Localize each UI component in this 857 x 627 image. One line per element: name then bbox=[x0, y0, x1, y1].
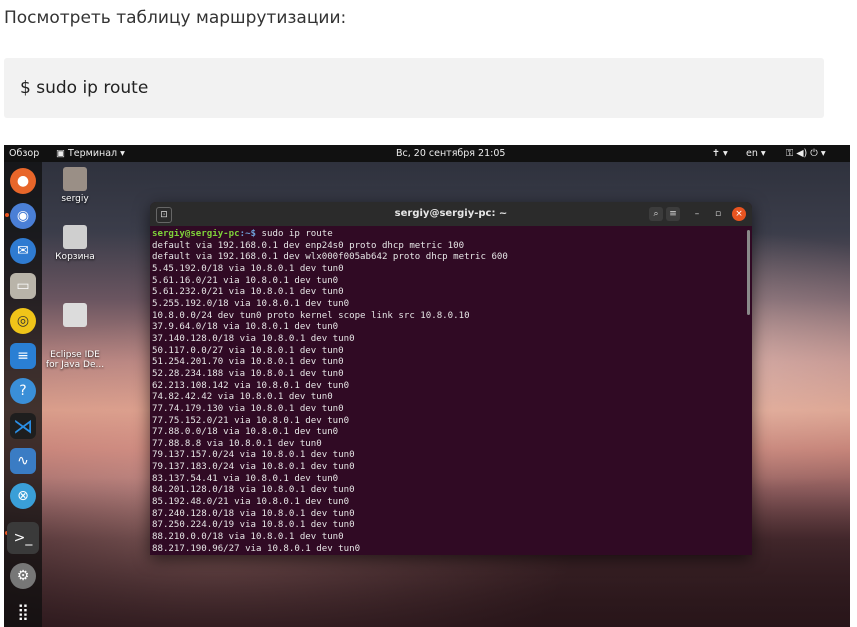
route-line: 10.8.0.0/24 dev tun0 proto kernel scope … bbox=[152, 310, 470, 321]
firefox-icon[interactable]: ● bbox=[10, 168, 36, 194]
eclipse-icon bbox=[63, 303, 87, 327]
system-monitor-icon[interactable]: ∿ bbox=[10, 448, 36, 474]
intro-text: Посмотреть таблицу маршрутизации: bbox=[4, 8, 347, 28]
rhythmbox-icon[interactable]: ◎ bbox=[10, 308, 36, 334]
route-line: 88.217.190.96/27 via 10.8.0.1 dev tun0 bbox=[152, 543, 361, 554]
keyboard-layout-menu[interactable]: en ▾ bbox=[746, 148, 766, 159]
terminal-icon[interactable]: >_ bbox=[7, 522, 39, 554]
ubuntu-desktop-screenshot: Обзор ▣ Терминал ▾ Вс, 20 сентября 21:05… bbox=[4, 145, 850, 627]
route-line: 77.88.0.0/18 via 10.8.0.1 dev tun0 bbox=[152, 427, 339, 438]
route-line: 51.254.201.70 via 10.8.0.1 dev tun0 bbox=[152, 357, 344, 368]
terminal-headerbar[interactable]: ⊡ sergiy@sergiy-pc: ~ ⌕ ≡ – ▫ × bbox=[150, 202, 752, 226]
app-menu-icon: ▣ bbox=[56, 148, 65, 159]
activities-button[interactable]: Обзор bbox=[9, 148, 39, 159]
settings-icon[interactable]: ⚙ bbox=[10, 563, 36, 589]
accessibility-menu[interactable]: ✝ ▾ bbox=[712, 148, 728, 159]
route-line: 84.201.128.0/18 via 10.8.0.1 dev tun0 bbox=[152, 485, 355, 496]
route-line: 77.75.152.0/21 via 10.8.0.1 dev tun0 bbox=[152, 415, 350, 426]
route-line: 87.240.128.0/18 via 10.8.0.1 dev tun0 bbox=[152, 508, 355, 519]
route-line: 88.210.0.0/18 via 10.8.0.1 dev tun0 bbox=[152, 532, 344, 543]
route-line: 5.255.192.0/18 via 10.8.0.1 dev tun0 bbox=[152, 298, 350, 309]
show-apps-icon[interactable]: ⣿ bbox=[10, 598, 36, 624]
route-line: default via 192.168.0.1 dev enp24s0 prot… bbox=[152, 240, 465, 251]
route-line: 52.28.234.188 via 10.8.0.1 dev tun0 bbox=[152, 368, 344, 379]
files-icon[interactable]: ▭ bbox=[10, 273, 36, 299]
close-icon[interactable]: × bbox=[732, 207, 746, 221]
route-line: 87.250.224.0/19 via 10.8.0.1 dev tun0 bbox=[152, 520, 355, 531]
route-line: 77.74.179.130 via 10.8.0.1 dev tun0 bbox=[152, 403, 344, 414]
code-block: $ sudo ip route bbox=[4, 58, 824, 118]
thunderbird-icon[interactable]: ✉ bbox=[10, 238, 36, 264]
top-panel: Обзор ▣ Терминал ▾ Вс, 20 сентября 21:05… bbox=[4, 145, 850, 162]
route-line: 79.137.157.0/24 via 10.8.0.1 dev tun0 bbox=[152, 450, 355, 461]
route-line: 5.45.192.0/18 via 10.8.0.1 dev tun0 bbox=[152, 263, 344, 274]
command-text: sudo ip route bbox=[256, 229, 333, 239]
route-line: 74.82.42.42 via 10.8.0.1 dev tun0 bbox=[152, 392, 333, 403]
prompt-path: :~$ bbox=[239, 229, 257, 239]
desktop-trash[interactable]: Корзина bbox=[40, 225, 110, 262]
desktop-home-folder[interactable]: sergiy bbox=[40, 167, 110, 204]
search-icon[interactable]: ⌕ bbox=[649, 207, 663, 221]
route-line: 85.192.48.0/21 via 10.8.0.1 dev tun0 bbox=[152, 497, 350, 508]
terminal-window[interactable]: ⊡ sergiy@sergiy-pc: ~ ⌕ ≡ – ▫ × sergiy@s… bbox=[150, 202, 752, 555]
app-menu[interactable]: Терминал ▾ bbox=[68, 148, 125, 159]
route-line: 83.137.54.41 via 10.8.0.1 dev tun0 bbox=[152, 473, 339, 484]
running-indicator bbox=[5, 213, 9, 217]
prompt-user: sergiy@sergiy-pc bbox=[152, 229, 240, 239]
route-line: 62.213.108.142 via 10.8.0.1 dev tun0 bbox=[152, 380, 350, 391]
desktop-eclipse[interactable]: Eclipse IDE for Java De... bbox=[40, 283, 110, 390]
code-text: $ sudo ip route bbox=[20, 78, 149, 98]
route-line: 5.61.16.0/21 via 10.8.0.1 dev tun0 bbox=[152, 275, 339, 286]
minimize-icon[interactable]: – bbox=[690, 207, 704, 221]
clock[interactable]: Вс, 20 сентября 21:05 bbox=[396, 148, 505, 159]
route-line: 5.61.232.0/21 via 10.8.0.1 dev tun0 bbox=[152, 287, 344, 298]
vscode-icon[interactable]: ⋊ bbox=[10, 413, 36, 439]
writer-icon[interactable]: ≡ bbox=[10, 343, 36, 369]
desktop-icon-label: Eclipse IDE for Java De... bbox=[45, 350, 105, 370]
route-lines: default via 192.168.0.1 dev enp24s0 prot… bbox=[152, 241, 508, 554]
menu-icon[interactable]: ≡ bbox=[666, 207, 680, 221]
route-line: default via 192.168.0.1 dev wlx000f005ab… bbox=[152, 252, 508, 263]
desktop-icon-label: Корзина bbox=[55, 252, 95, 262]
home-folder-icon bbox=[63, 167, 87, 191]
scrollbar[interactable] bbox=[747, 230, 750, 315]
route-line: 77.88.8.8 via 10.8.0.1 dev tun0 bbox=[152, 438, 322, 449]
app-icon[interactable]: ⊗ bbox=[10, 483, 36, 509]
desktop-icon-label: sergiy bbox=[61, 194, 89, 204]
route-line: 79.137.183.0/24 via 10.8.0.1 dev tun0 bbox=[152, 462, 355, 473]
trash-icon bbox=[63, 225, 87, 249]
route-line: 37.9.64.0/18 via 10.8.0.1 dev tun0 bbox=[152, 322, 339, 333]
route-line: 37.140.128.0/18 via 10.8.0.1 dev tun0 bbox=[152, 333, 355, 344]
dock: ● ◉ ✉ ▭ ◎ ≡ ? ⋊ ∿ ⊗ >_ ⚙ ⣿ bbox=[4, 162, 42, 627]
route-line: 50.117.0.0/27 via 10.8.0.1 dev tun0 bbox=[152, 345, 344, 356]
help-icon[interactable]: ? bbox=[10, 378, 36, 404]
terminal-output[interactable]: sergiy@sergiy-pc:~$ sudo ip route defaul… bbox=[152, 229, 742, 555]
system-status-menu[interactable]: ⚿ ◀) ⏻ ▾ bbox=[786, 148, 826, 159]
maximize-icon[interactable]: ▫ bbox=[711, 207, 725, 221]
chromium-icon[interactable]: ◉ bbox=[10, 203, 36, 229]
